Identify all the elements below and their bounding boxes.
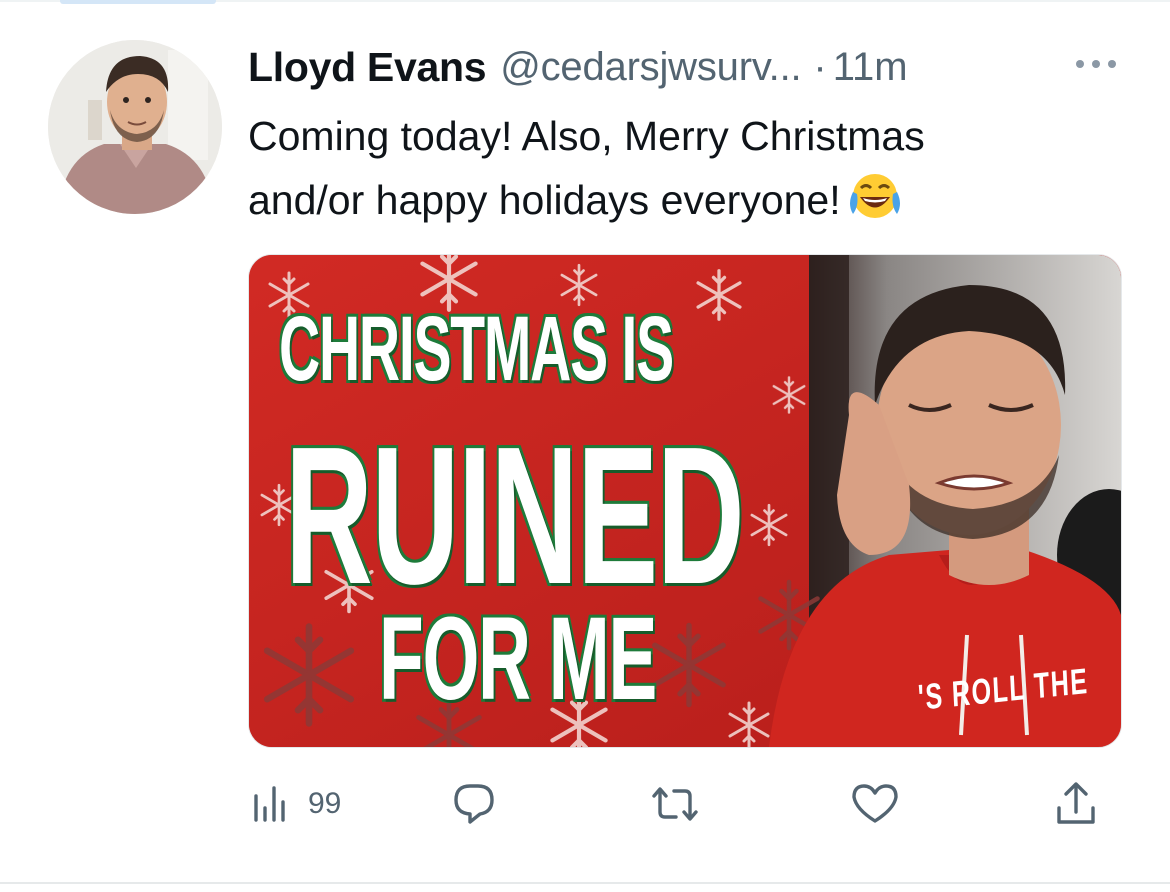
views-count: 99 — [308, 787, 342, 820]
tweet-text-line-1: Coming today! Also, Merry Christmas — [248, 113, 925, 159]
views-chart-icon — [254, 786, 285, 822]
more-horizontal-icon — [1076, 60, 1116, 68]
tweet-page: Lloyd Evans @cedarsjwsurv... · 11m Comin… — [0, 0, 1170, 892]
tweet-text: Coming today! Also, Merry Christmas and/… — [248, 104, 1128, 240]
retweet-icon — [652, 787, 698, 821]
share-button[interactable] — [1054, 772, 1098, 836]
thumbnail-title-line-3: FOR ME — [378, 591, 659, 727]
reply-button[interactable] — [450, 772, 498, 836]
tweet-media-thumbnail[interactable]: CHRISTMAS IS RUINED FOR ME 'S ROLL THE — [248, 254, 1122, 748]
tweet-text-line-2-text: and/or happy holidays everyone! — [248, 177, 841, 223]
bottom-divider — [0, 882, 1170, 884]
tweet-text-line-2: and/or happy holidays everyone! — [248, 168, 1128, 240]
tweet-header: Lloyd Evans @cedarsjwsurv... · 11m — [248, 40, 1128, 94]
more-options-button[interactable] — [1068, 44, 1128, 84]
heart-icon — [852, 784, 898, 823]
top-tab-indicator — [60, 0, 216, 4]
tweet-timestamp[interactable]: 11m — [833, 45, 908, 90]
author-handle[interactable]: @cedarsjwsurv... — [500, 45, 801, 90]
reply-bubble-icon — [454, 784, 494, 824]
author-display-name[interactable]: Lloyd Evans — [248, 44, 487, 91]
header-separator: · — [813, 44, 827, 89]
tweet-action-bar: 99 — [248, 772, 1128, 836]
retweet-button[interactable] — [648, 772, 702, 836]
like-button[interactable] — [850, 772, 900, 836]
share-upload-icon — [1057, 782, 1095, 824]
author-avatar[interactable] — [48, 40, 222, 214]
thumbnail-title: CHRISTMAS IS RUINED FOR ME — [249, 255, 809, 747]
views-button[interactable]: 99 — [250, 772, 341, 836]
thumbnail-title-line-1: CHRISTMAS IS — [278, 296, 676, 402]
face-with-tears-of-joy-emoji — [847, 170, 903, 240]
